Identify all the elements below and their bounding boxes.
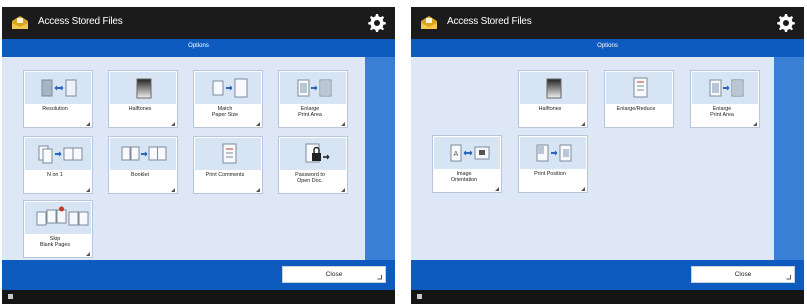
tile-label: Print Comments — [205, 172, 245, 178]
print-position-icon — [520, 137, 586, 169]
bottom-bar: Close — [2, 260, 395, 290]
title-bar: Access Stored Files — [2, 7, 395, 39]
bottom-bar: Close — [411, 260, 804, 290]
tile-label: Enlarge Print Area — [298, 106, 322, 119]
print-comments-icon — [195, 138, 261, 170]
tile-label: Enlarge Print Area — [710, 106, 734, 119]
screen-title: Access Stored Files — [447, 16, 532, 27]
enlarge-reduce-icon — [606, 72, 672, 104]
title-bar: Access Stored Files — [411, 7, 804, 39]
expand-corner-icon — [86, 122, 90, 126]
return-arrow-icon — [786, 275, 791, 280]
close-button-label: Close — [325, 271, 343, 278]
screen-title: Access Stored Files — [38, 16, 123, 27]
password-icon — [280, 138, 346, 170]
enlarge-print-area-tile[interactable]: Enlarge Print Area — [278, 70, 348, 128]
tile-label: Halftones — [538, 106, 562, 112]
image-orientation-icon: A — [434, 137, 500, 169]
match-paper-size-tile[interactable]: Match Paper Size — [193, 70, 263, 128]
enlarge-reduce-tile[interactable]: Enlarge/Reduce — [604, 70, 674, 128]
n-on-1-icon — [25, 138, 91, 170]
tile-label: Password to Open Doc. — [295, 172, 325, 185]
expand-corner-icon — [86, 252, 90, 256]
halftones-tile[interactable]: Halftones — [518, 70, 588, 128]
tile-label: Booklet — [131, 172, 149, 178]
match-paper-size-icon — [195, 72, 261, 104]
skip-blank-pages-icon — [25, 202, 91, 234]
close-button[interactable]: Close — [282, 266, 386, 283]
access-stored-files-options-screen-left: Access Stored Files Options Resolution H… — [2, 7, 395, 304]
expand-corner-icon — [256, 188, 260, 192]
status-bar — [2, 290, 395, 304]
gear-icon[interactable] — [367, 13, 387, 33]
resolution-icon — [25, 72, 91, 104]
status-indicator — [8, 294, 13, 299]
tile-label: Enlarge/Reduce — [616, 106, 656, 112]
options-heading: Options — [188, 43, 209, 49]
stored-files-app-icon — [12, 16, 28, 29]
booklet-tile[interactable]: Booklet — [108, 136, 178, 194]
print-position-tile[interactable]: Print Position — [518, 135, 588, 193]
tile-label: Halftones — [128, 106, 152, 112]
tile-label: Skip Blank Pages — [39, 236, 71, 249]
svg-text:A: A — [454, 151, 459, 158]
status-bar — [411, 290, 804, 304]
scroll-column[interactable] — [774, 57, 804, 260]
resolution-tile[interactable]: Resolution — [23, 70, 93, 128]
expand-corner-icon — [86, 188, 90, 192]
tile-label: Image Orientation — [450, 171, 478, 184]
options-header-bar: Options — [411, 39, 804, 57]
gear-icon[interactable] — [776, 13, 796, 33]
tile-label: Print Position — [534, 171, 566, 177]
expand-corner-icon — [256, 122, 260, 126]
access-stored-files-options-screen-right: Access Stored Files Options Halftones En… — [411, 7, 804, 304]
tile-label: Match Paper Size — [211, 106, 239, 119]
expand-corner-icon — [581, 187, 585, 191]
stored-files-app-icon — [421, 16, 437, 29]
tile-label: Resolution — [42, 106, 68, 112]
enlarge-print-area-icon — [692, 72, 758, 104]
options-grid-area: Halftones Enlarge/Reduce Enlarge Print A… — [411, 57, 804, 260]
close-button[interactable]: Close — [691, 266, 795, 283]
halftones-icon — [520, 72, 586, 104]
password-to-open-doc-tile[interactable]: Password to Open Doc. — [278, 136, 348, 194]
image-orientation-tile[interactable]: A Image Orientation — [432, 135, 502, 193]
expand-corner-icon — [495, 187, 499, 191]
status-indicator — [417, 294, 422, 299]
expand-corner-icon — [581, 122, 585, 126]
halftones-icon — [110, 72, 176, 104]
options-grid-area: Resolution Halftones Match Paper Size En… — [2, 57, 395, 260]
enlarge-print-area-icon — [280, 72, 346, 104]
expand-corner-icon — [171, 188, 175, 192]
options-header-bar: Options — [2, 39, 395, 57]
n-on-1-tile[interactable]: N on 1 — [23, 136, 93, 194]
return-arrow-icon — [377, 275, 382, 280]
tile-label: N on 1 — [47, 172, 63, 178]
expand-corner-icon — [171, 122, 175, 126]
close-button-label: Close — [734, 271, 752, 278]
enlarge-print-area-tile[interactable]: Enlarge Print Area — [690, 70, 760, 128]
skip-blank-pages-tile[interactable]: Skip Blank Pages — [23, 200, 93, 258]
scroll-column[interactable] — [365, 57, 395, 260]
halftones-tile[interactable]: Halftones — [108, 70, 178, 128]
booklet-icon — [110, 138, 176, 170]
expand-corner-icon — [341, 122, 345, 126]
print-comments-tile[interactable]: Print Comments — [193, 136, 263, 194]
options-heading: Options — [597, 43, 618, 49]
expand-corner-icon — [753, 122, 757, 126]
expand-corner-icon — [341, 188, 345, 192]
